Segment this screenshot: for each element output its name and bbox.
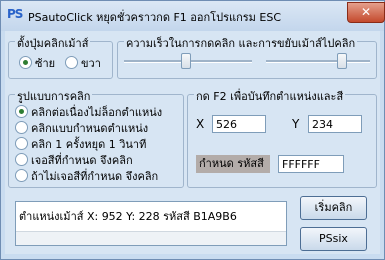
radio-left-label: ซ้าย — [35, 57, 56, 70]
mode-color-not-found[interactable]: ถ้าไม่เจอสีที่กำหนด จึงคลิก — [15, 167, 158, 185]
color-code-input[interactable]: FFFFFF — [278, 155, 344, 173]
titlebar[interactable]: PS PSautoClick หยุดชั่วคราวกด F1 ออกโปรแ… — [1, 1, 385, 31]
color-code-label: กำหนด รหัสสี — [196, 155, 270, 173]
status-scrollbar[interactable] — [16, 231, 286, 245]
click-mode-group: รูปแบบการคลิก คลิกต่อเนื่องไม่ล็อกตำแหน่… — [8, 87, 184, 188]
move-speed-thumb[interactable] — [337, 53, 347, 69]
pssix-button[interactable]: PSsix — [300, 227, 367, 251]
y-label: Y — [292, 117, 300, 131]
radio-right-label: ขวา — [81, 57, 101, 70]
status-text: ตำแหน่งเม้าส์ X: 952 Y: 228 รหัสสี B1A9B… — [19, 210, 237, 223]
click-speed-thumb[interactable] — [181, 53, 191, 69]
mode-continuous-dot — [15, 105, 28, 118]
window-title: PSautoClick หยุดชั่วคราวกด F1 ออกโปรแกรม… — [28, 11, 281, 24]
mouse-button-group: ตั้งปุ่มคลิกเม้าส์ ซ้าย ขวา — [8, 34, 113, 79]
mode-fixed-position-label: คลิกแบบกำหนดตำแหน่ง — [31, 122, 149, 135]
mode-continuous-label: คลิกต่อเนื่องไม่ล็อกตำแหน่ง — [31, 106, 163, 119]
app-icon: PS — [7, 7, 23, 21]
click-speed-slider[interactable] — [124, 51, 252, 71]
app-window: PS PSautoClick หยุดชั่วคราวกด F1 ออกโปรแ… — [0, 0, 385, 260]
start-click-button[interactable]: เริ่มคลิก — [300, 196, 367, 220]
y-input[interactable]: 234 — [308, 115, 362, 133]
x-label: X — [196, 117, 205, 131]
mode-color-found-label: เจอสีที่กำหนด จึงคลิก — [31, 154, 133, 167]
mouse-button-legend: ตั้งปุ่มคลิกเม้าส์ — [15, 34, 91, 52]
mode-click-pause-label: คลิก 1 ครั้งหยุด 1 วินาที — [31, 138, 147, 151]
mode-fixed-position-dot — [15, 121, 28, 134]
speed-group: ความเร็วในการกดคลิก และการขยับเม้าส์ไปคล… — [117, 34, 377, 79]
mode-color-not-found-label: ถ้าไม่เจอสีที่กำหนด จึงคลิก — [31, 170, 159, 183]
mode-click-pause-dot — [15, 137, 28, 150]
mode-color-found-dot — [15, 153, 28, 166]
close-button[interactable]: ✕ — [347, 2, 385, 23]
client-area: ตั้งปุ่มคลิกเม้าส์ ซ้าย ขวา ความเร็วในกา… — [5, 31, 380, 254]
status-box: ตำแหน่งเม้าส์ X: 952 Y: 228 รหัสสี B1A9B… — [15, 201, 287, 246]
move-speed-track — [266, 60, 370, 63]
move-speed-slider[interactable] — [266, 51, 370, 71]
mode-color-not-found-dot — [15, 169, 28, 182]
radio-left-dot — [19, 56, 32, 69]
radio-right[interactable]: ขวา — [65, 54, 101, 72]
position-legend: กด F2 เพื่อบันทึกตำแหน่งและสี — [194, 87, 346, 105]
radio-right-dot — [65, 56, 78, 69]
x-input[interactable]: 526 — [212, 115, 266, 133]
speed-legend: ความเร็วในการกดคลิก และการขยับเม้าส์ไปคล… — [124, 34, 358, 52]
position-group: กด F2 เพื่อบันทึกตำแหน่งและสี X 526 Y 23… — [187, 87, 377, 188]
radio-left[interactable]: ซ้าย — [19, 54, 55, 72]
